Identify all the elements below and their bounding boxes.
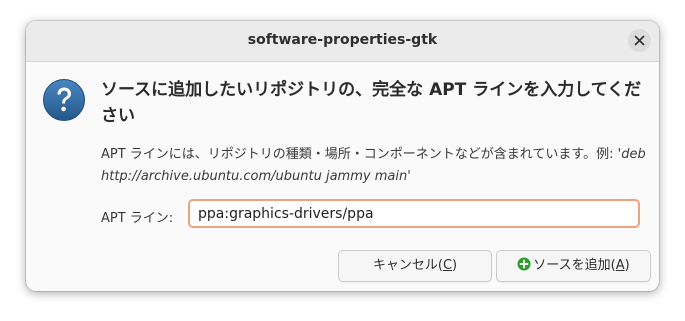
add-mnemonic: A <box>615 258 625 273</box>
close-button[interactable] <box>628 29 651 52</box>
cancel-mnemonic: C <box>442 258 453 273</box>
cancel-button-label: キャンセル( <box>372 258 443 273</box>
apt-line-label: APT ライン: <box>101 211 174 226</box>
apt-line-input[interactable] <box>188 199 640 228</box>
title-bar: software-properties-gtk <box>26 21 659 62</box>
screen: software-properties-gtk ソースに追加したいリポジトリの、… <box>0 0 685 321</box>
dialog-window: software-properties-gtk ソースに追加したいリポジトリの、… <box>26 21 659 291</box>
dialog-description: APT ラインには、リポジトリの種類・場所・コンポーネントなどが含まれています。… <box>101 144 651 188</box>
cancel-button[interactable]: キャンセル(C) <box>338 250 492 282</box>
description-suffix: ' <box>407 169 411 184</box>
description-text: APT ラインには、リポジトリの種類・場所・コンポーネントなどが含まれています。… <box>101 147 622 162</box>
cancel-close-paren: ) <box>452 258 458 273</box>
dialog-heading: ソースに追加したいリポジトリの、完全な APT ラインを入力してください <box>101 80 642 126</box>
question-icon <box>43 79 85 121</box>
plus-circle-icon <box>517 257 531 271</box>
window-title: software-properties-gtk <box>247 32 438 48</box>
close-icon <box>634 35 645 46</box>
add-close-paren: ) <box>624 258 630 273</box>
add-source-button[interactable]: ソースを追加(A) <box>496 250 651 282</box>
add-button-label: ソースを追加( <box>533 258 616 273</box>
